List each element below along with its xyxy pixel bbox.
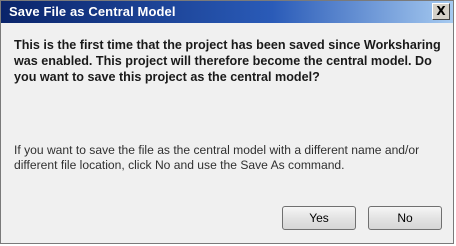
main-instruction-text: This is the first time that the project … bbox=[14, 38, 441, 84]
yes-button[interactable]: Yes bbox=[282, 206, 356, 230]
dialog-title-bar[interactable]: Save File as Central Model X bbox=[1, 1, 453, 23]
close-icon: X bbox=[436, 4, 446, 18]
secondary-instruction-text: If you want to save the file as the cent… bbox=[14, 143, 420, 172]
dialog-title: Save File as Central Model bbox=[9, 4, 176, 19]
save-central-model-dialog: Save File as Central Model X This is the… bbox=[0, 0, 454, 244]
no-button[interactable]: No bbox=[368, 206, 442, 230]
close-button[interactable]: X bbox=[432, 3, 450, 20]
